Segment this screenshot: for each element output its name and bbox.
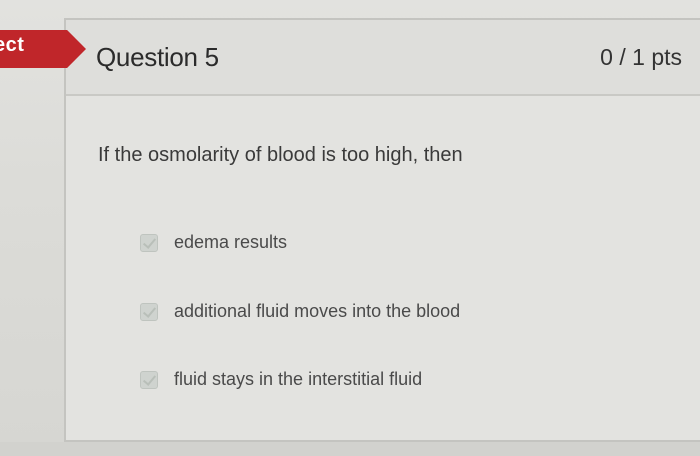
status-label: ect: [0, 34, 25, 56]
question-title: Question 5: [96, 42, 219, 72]
answer-option[interactable]: edema results: [140, 232, 287, 253]
quiz-screen: ect Question 5 0 / 1 pts If the osmolari…: [0, 0, 700, 456]
answer-label: fluid stays in the interstitial fluid: [174, 369, 423, 389]
answer-option[interactable]: additional fluid moves into the blood: [140, 301, 460, 322]
question-points: 0 / 1 pts: [600, 44, 682, 70]
answer-label: additional fluid moves into the blood: [174, 301, 461, 321]
checkbox-icon[interactable]: [140, 233, 158, 252]
question-text: If the osmolarity of blood is too high, …: [98, 144, 463, 166]
checkbox-icon[interactable]: [140, 302, 158, 321]
checkbox-icon[interactable]: [140, 370, 158, 389]
page-bottom-edge: [0, 442, 700, 456]
answer-option[interactable]: fluid stays in the interstitial fluid: [140, 369, 422, 390]
answer-label: edema results: [174, 232, 288, 252]
